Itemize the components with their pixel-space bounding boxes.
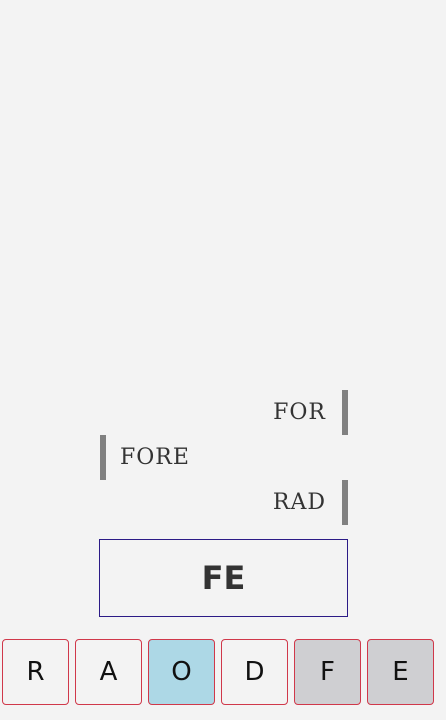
- letter-tile[interactable]: F: [294, 639, 361, 705]
- history-word-text: FOR: [273, 400, 326, 425]
- history-word-text: FORE: [120, 445, 190, 470]
- letter-tile[interactable]: A: [75, 639, 142, 705]
- letter-tile[interactable]: D: [221, 639, 288, 705]
- history-word: FOR: [100, 390, 348, 435]
- letter-tile-row: R A O D F E: [2, 639, 434, 705]
- letter-tile[interactable]: E: [367, 639, 434, 705]
- word-history: FOR FORE RAD: [100, 390, 348, 525]
- history-word-marker: [100, 435, 106, 480]
- letter-tile[interactable]: R: [2, 639, 69, 705]
- history-word: FORE: [100, 435, 348, 480]
- history-word-marker: [342, 480, 348, 525]
- history-word-text: RAD: [272, 490, 326, 515]
- history-word: RAD: [100, 480, 348, 525]
- letter-tile[interactable]: O: [148, 639, 215, 705]
- current-word-box[interactable]: FE: [99, 539, 348, 617]
- history-word-marker: [342, 390, 348, 435]
